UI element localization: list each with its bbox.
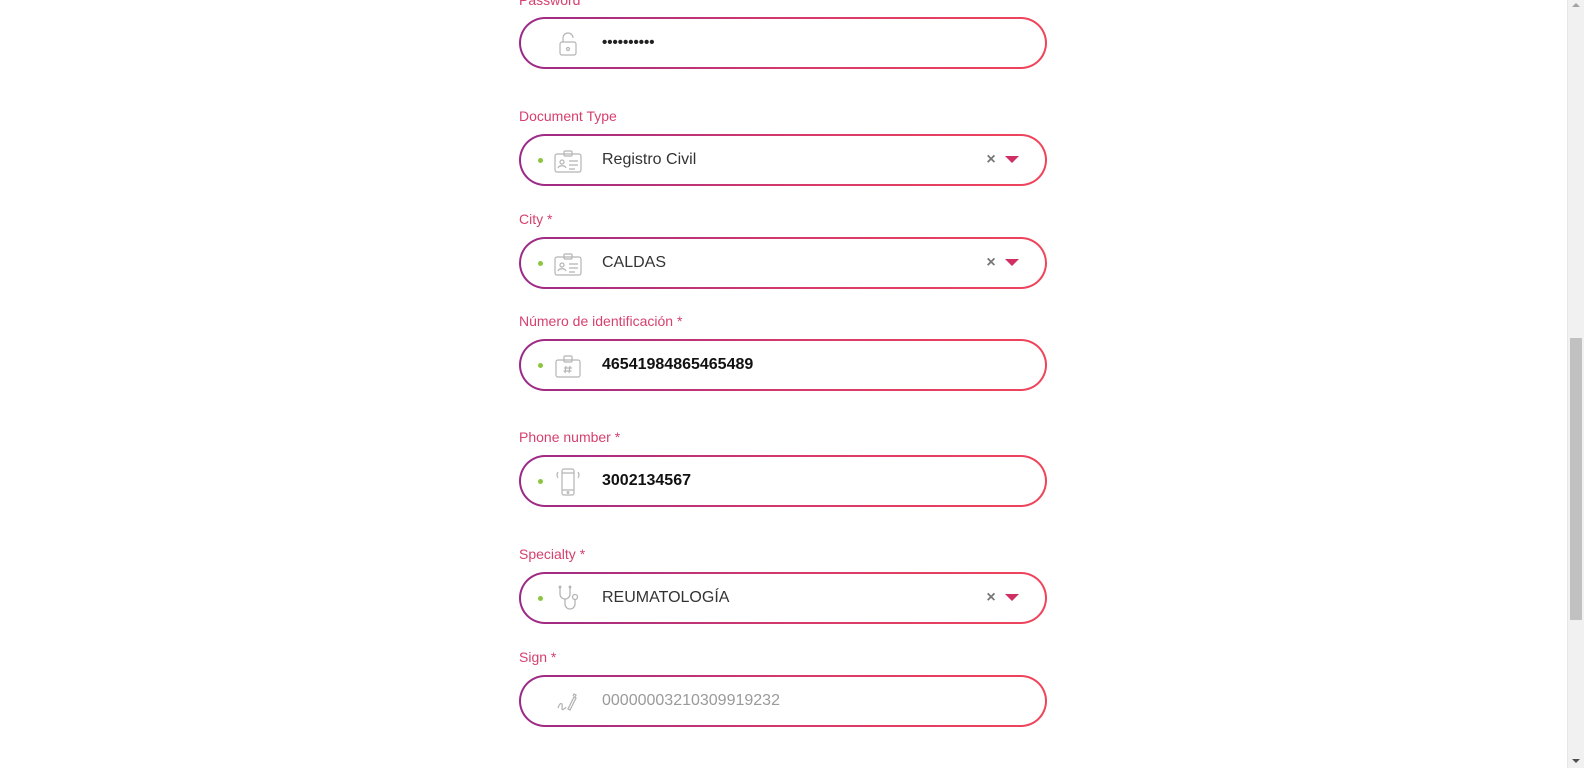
sign-placeholder[interactable]: 00000003210309919232 bbox=[602, 677, 780, 725]
id-badge-icon bbox=[553, 351, 583, 381]
id-number-value[interactable]: 46541984865465489 bbox=[602, 341, 753, 389]
document-type-value: Registro Civil bbox=[602, 151, 697, 168]
signature-icon bbox=[553, 687, 583, 717]
valid-indicator bbox=[538, 158, 543, 163]
vertical-scrollbar[interactable] bbox=[1567, 0, 1584, 768]
valid-indicator bbox=[538, 596, 543, 601]
id-card-icon bbox=[553, 249, 583, 279]
phone-field[interactable]: 3002134567 bbox=[519, 455, 1047, 507]
specialty-label: Specialty * bbox=[519, 546, 586, 562]
scrollbar-thumb[interactable] bbox=[1570, 338, 1582, 620]
chevron-down-icon[interactable] bbox=[1005, 156, 1019, 163]
specialty-value: REUMATOLOGÍA bbox=[602, 589, 730, 606]
document-type-label: Document Type bbox=[519, 108, 617, 124]
scroll-up-arrow-icon[interactable] bbox=[1572, 3, 1580, 7]
chevron-down-icon[interactable] bbox=[1005, 259, 1019, 266]
valid-indicator bbox=[538, 479, 543, 484]
scroll-down-arrow-icon[interactable] bbox=[1572, 759, 1580, 763]
city-value: CALDAS bbox=[602, 254, 667, 271]
phone-value[interactable]: 3002134567 bbox=[602, 457, 691, 505]
registration-form: Password •••••••••• Document Type Regist… bbox=[0, 0, 1566, 768]
id-number-label: Número de identificación * bbox=[519, 313, 683, 329]
phone-label: Phone number * bbox=[519, 429, 621, 445]
sign-label: Sign * bbox=[519, 649, 557, 665]
clear-document-type-button[interactable]: × bbox=[983, 151, 999, 169]
clear-city-button[interactable]: × bbox=[983, 254, 999, 272]
id-number-field[interactable]: 46541984865465489 bbox=[519, 339, 1047, 391]
mobile-phone-icon bbox=[553, 467, 583, 497]
city-select[interactable]: CALDAS × bbox=[519, 237, 1047, 289]
chevron-down-icon[interactable] bbox=[1005, 594, 1019, 601]
document-type-select[interactable]: Registro Civil × bbox=[519, 134, 1047, 186]
lock-icon bbox=[553, 29, 583, 59]
sign-field[interactable]: 00000003210309919232 bbox=[519, 675, 1047, 727]
password-value[interactable]: •••••••••• bbox=[602, 19, 655, 67]
city-label: City * bbox=[519, 211, 553, 227]
id-card-icon bbox=[553, 146, 583, 176]
clear-specialty-button[interactable]: × bbox=[983, 589, 999, 607]
specialty-select[interactable]: REUMATOLOGÍA × bbox=[519, 572, 1047, 624]
valid-indicator bbox=[538, 363, 543, 368]
stethoscope-icon bbox=[553, 584, 583, 614]
password-field[interactable]: •••••••••• bbox=[519, 17, 1047, 69]
password-label: Password bbox=[519, 0, 581, 8]
valid-indicator bbox=[538, 261, 543, 266]
